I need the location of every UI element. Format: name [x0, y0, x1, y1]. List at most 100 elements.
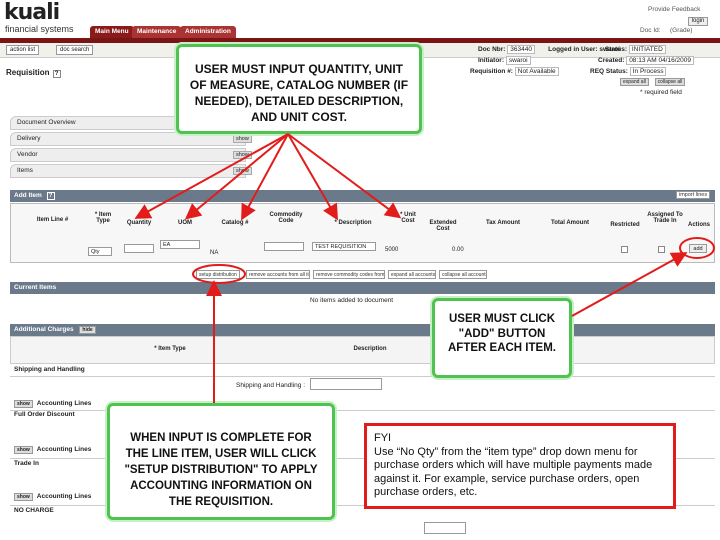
req-number-value: Not Available — [514, 67, 559, 76]
collapse-all-button[interactable]: collapse all — [654, 78, 686, 86]
collapse-all-accounts-button[interactable]: collapse all accounts — [439, 270, 487, 279]
col-charge-description: Description — [353, 346, 387, 352]
tab-items-label: Items — [17, 167, 33, 174]
col-catalog: Catalog # — [221, 220, 249, 226]
col-uom: UOM — [178, 220, 192, 226]
help-icon[interactable]: ? — [52, 70, 61, 78]
created-value: 08:13 AM 04/16/2009 — [626, 56, 694, 65]
tab-items[interactable]: Items show — [10, 164, 252, 178]
shipping-description-input[interactable] — [310, 378, 382, 390]
no-charge-label: NO CHARGE — [14, 507, 54, 514]
page-title: Requisition? — [6, 68, 61, 78]
items-show-button[interactable]: show — [233, 167, 252, 175]
callout-input-requirements: USER MUST INPUT QUANTITY, UNIT OF MEASUR… — [176, 44, 422, 134]
callout-add-button: USER MUST CLICK "ADD" BUTTON AFTER EACH … — [432, 298, 572, 378]
delivery-show-button[interactable]: show — [233, 135, 252, 143]
status-label: Status: — [605, 46, 628, 53]
divider — [10, 376, 715, 377]
feedback-link[interactable]: Provide Feedback — [648, 6, 700, 13]
doc-id-label: Doc Id: — [640, 27, 661, 34]
item-type-select[interactable]: Qty — [88, 247, 112, 256]
trade-in-label: Trade In — [14, 460, 39, 467]
col-unit-cost: * Unit Cost — [400, 212, 416, 224]
accounting-lines-1[interactable]: show Accounting Lines — [14, 400, 91, 408]
add-item-button[interactable]: add — [689, 244, 707, 253]
fyi-note: FYI Use “No Qty” from the “item type” dr… — [364, 423, 676, 509]
created-label: Created: — [598, 57, 625, 64]
col-item-line: Item Line # — [36, 217, 69, 223]
current-items-bar: Current Items — [10, 282, 715, 294]
accounting-lines-3-show[interactable]: show — [14, 493, 33, 501]
tab-main-menu[interactable]: Main Menu — [90, 26, 134, 38]
restricted-checkbox[interactable] — [621, 246, 628, 253]
document-header-info: Doc Nbr: 363440 Status: INITIATED Initia… — [470, 45, 715, 103]
uom-input[interactable]: EA — [160, 240, 200, 249]
callout-setup-distribution: WHEN INPUT IS COMPLETE FOR THE LINE ITEM… — [107, 403, 335, 520]
additional-charges-hide-button[interactable]: hide — [79, 326, 96, 334]
accounting-lines-1-show[interactable]: show — [14, 400, 33, 408]
accounting-lines-1-label: Accounting Lines — [36, 400, 92, 407]
doc-nbr-label: Doc Nbr: — [478, 46, 506, 53]
col-description: * Description — [334, 220, 372, 226]
doc-search-button[interactable]: doc search — [56, 45, 94, 55]
no-charge-input[interactable] — [424, 522, 466, 534]
tab-document-overview-label: Document Overview — [17, 119, 76, 126]
accounting-lines-3[interactable]: show Accounting Lines — [14, 493, 91, 501]
col-restricted: Restricted — [610, 222, 640, 228]
tab-administration[interactable]: Administration — [180, 26, 236, 38]
tab-vendor[interactable]: Vendor show — [10, 148, 252, 162]
tab-vendor-label: Vendor — [17, 151, 38, 158]
doc-nbr-value: 363440 — [507, 45, 535, 54]
page-title-text: Requisition — [6, 68, 50, 77]
additional-charges-title: Additional Charges — [14, 326, 74, 333]
col-extended-cost: Extended Cost — [429, 220, 457, 232]
catalog-value[interactable]: NA — [210, 250, 218, 256]
import-lines-button[interactable]: import lines — [676, 191, 711, 199]
accounting-lines-2[interactable]: show Accounting Lines — [14, 446, 91, 454]
shipping-field-label: Shipping and Handling : — [236, 382, 306, 389]
col-quantity: Quantity — [126, 220, 152, 226]
additional-charges-bar: Additional Charges hide — [10, 324, 715, 336]
col-charge-item-type: * Item Type — [154, 346, 186, 352]
status-value: INITIATED — [628, 45, 666, 54]
req-status-value: In Process — [629, 67, 667, 76]
logo-wordmark: kuali — [4, 0, 60, 25]
initiator-label: Initiator: — [478, 57, 504, 64]
remove-accounts-button[interactable]: remove accounts from all items — [246, 270, 310, 279]
col-actions: Actions — [687, 222, 710, 228]
required-field-note: * required field — [640, 89, 682, 96]
grade-label: (Grade) — [670, 27, 693, 34]
expand-all-button[interactable]: expand all — [620, 78, 649, 86]
trade-in-checkbox[interactable] — [658, 246, 665, 253]
tab-delivery[interactable]: Delivery show — [10, 132, 252, 146]
vendor-show-button[interactable]: show — [233, 151, 252, 159]
quantity-input[interactable] — [124, 244, 154, 253]
shipping-row-label: Shipping and Handling — [14, 366, 85, 373]
accounting-lines-2-show[interactable]: show — [14, 446, 33, 454]
fyi-text: Use “No Qty” from the “item type” drop d… — [374, 445, 653, 499]
add-item-label: Add Item — [14, 192, 42, 199]
kuali-logo: kuali financial systems — [2, 0, 88, 36]
initiator-value[interactable]: swaroi — [505, 56, 531, 65]
tab-maintenance[interactable]: Maintenance — [132, 26, 182, 38]
full-order-discount-label: Full Order Discount — [14, 411, 75, 418]
add-item-bar: Add Item ? — [10, 190, 715, 202]
add-item-help-icon[interactable]: ? — [46, 192, 55, 200]
commodity-code-input[interactable] — [264, 242, 304, 251]
req-status-label: REQ Status: — [590, 68, 628, 75]
login-button[interactable]: login — [688, 17, 708, 26]
unit-cost-value[interactable]: 5000 — [385, 247, 398, 253]
remove-commodity-codes-button[interactable]: remove commodity codes from all items — [313, 270, 385, 279]
col-tax-amount: Tax Amount — [486, 220, 520, 226]
expand-all-accounts-button[interactable]: expand all accounts — [388, 270, 436, 279]
tab-delivery-label: Delivery — [17, 135, 41, 142]
col-total-amount: Total Amount — [551, 220, 589, 226]
col-commodity-code: Commodity Code — [269, 212, 303, 224]
accounting-lines-2-label: Accounting Lines — [36, 446, 92, 453]
description-input[interactable]: TEST REQUISITION — [312, 242, 376, 251]
setup-distribution-button[interactable]: setup distribution — [196, 270, 240, 279]
action-list-button[interactable]: action list — [6, 45, 40, 55]
logo-subtitle: financial systems — [5, 24, 74, 34]
accounting-lines-3-label: Accounting Lines — [36, 493, 92, 500]
col-assigned-trade-in: Assigned To Trade In — [647, 212, 683, 224]
